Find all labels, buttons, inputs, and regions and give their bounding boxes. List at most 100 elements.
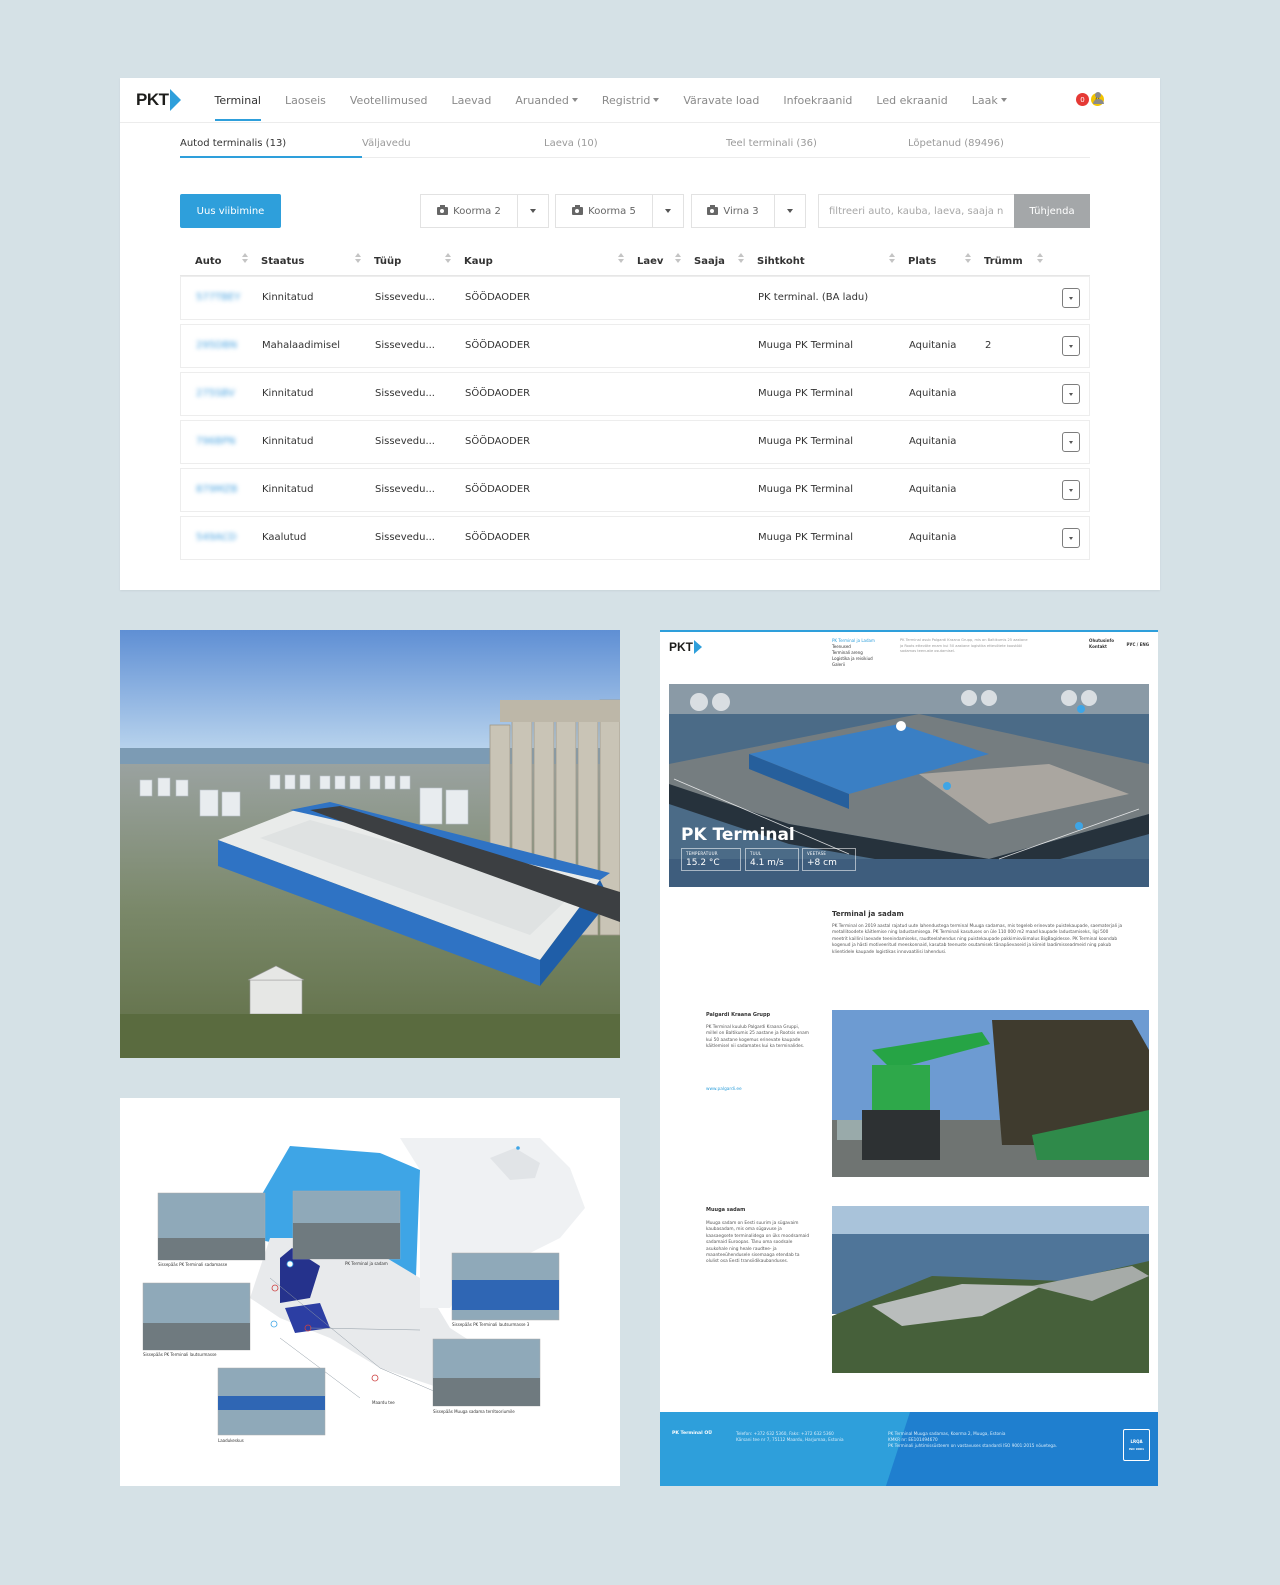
cell-staatus: Mahalaadimisel <box>262 340 341 351</box>
nav-item-led-ekraanid[interactable]: Led ekraanid <box>864 78 959 122</box>
sort-icon[interactable] <box>1037 253 1043 265</box>
column-header-kaup[interactable]: Kaup <box>464 256 493 267</box>
new-visit-button[interactable]: Uus viibimine <box>180 194 281 228</box>
alert-badge-red[interactable]: 0 <box>1076 93 1089 106</box>
chevron-down-icon <box>665 209 671 213</box>
camera-icon <box>572 205 584 215</box>
cert-standard: ISO 9001 <box>1128 1447 1145 1451</box>
tab-valjavedu[interactable]: Väljavedu <box>362 138 411 149</box>
table-row[interactable]: 549ACD Kaalutud Sissevedu... SÖÖDAODER Muuga… <box>180 516 1090 560</box>
sort-icon[interactable] <box>675 253 681 265</box>
site-logo[interactable]: PKT <box>669 640 702 654</box>
sort-icon[interactable] <box>889 253 895 265</box>
sort-icon[interactable] <box>618 253 624 265</box>
filter-input[interactable] <box>818 194 1014 228</box>
nav-item-label: Laak <box>971 93 998 107</box>
koorma-5-button[interactable]: Koorma 5 <box>555 194 653 228</box>
nav-item-infoekraanid[interactable]: Infoekraanid <box>771 78 864 122</box>
column-header-auto[interactable]: Auto <box>195 256 222 267</box>
cell-kaup: SÖÖDAODER <box>465 292 531 303</box>
tab-lopetanud[interactable]: Lõpetanud (89496) <box>908 138 1004 149</box>
contact-link[interactable]: Kontakt <box>1089 644 1114 650</box>
koorma-5-dropdown[interactable] <box>653 194 684 228</box>
tab-laeva[interactable]: Laeva (10) <box>544 138 598 149</box>
cell-auto[interactable]: 796BPN <box>196 436 235 447</box>
cell-tyyp: Sissevedu... <box>375 436 435 447</box>
map-caption-2: PK Terminal ja sadam <box>345 1261 388 1266</box>
chevron-down-icon <box>787 209 793 213</box>
cell-auto[interactable]: 549ACD <box>196 532 236 543</box>
site-footer: PK Terminal OÜ Telefon: +372 632 5360, F… <box>660 1412 1158 1486</box>
nav-item-veotellimused[interactable]: Veotellimused <box>338 78 440 122</box>
section-text-terminal: PK Terminal on 2019 aastal rajatud uute … <box>832 924 1123 955</box>
nav-item-laak[interactable]: Laak <box>960 78 1019 122</box>
koorma-5-label: Koorma 5 <box>588 205 636 217</box>
language-switcher[interactable]: РУС / ENG <box>1126 642 1149 647</box>
clear-filter-button[interactable]: Tühjenda <box>1014 194 1090 228</box>
table-row[interactable]: 796BPN Kinnitatud Sissevedu... SÖÖDAODER Muu… <box>180 420 1090 464</box>
row-actions-dropdown[interactable] <box>1062 480 1080 500</box>
site-nav-item[interactable]: Galerii <box>832 662 875 668</box>
aerial-photo-illustration <box>120 630 620 1058</box>
column-header-sihtkoht[interactable]: Sihtkoht <box>757 256 805 267</box>
virna-3-dropdown[interactable] <box>775 194 806 228</box>
sort-icon[interactable] <box>355 253 361 265</box>
site-nav: PK Terminal ja Ladam Teenused Terminali … <box>832 638 875 668</box>
row-actions-dropdown[interactable] <box>1062 288 1080 308</box>
sort-icon[interactable] <box>738 253 744 265</box>
table-row[interactable]: 295DBN Mahalaadimisel Sissevedu... SÖÖDAODE… <box>180 324 1090 368</box>
user-icon[interactable] <box>1092 92 1104 105</box>
column-header-staatus[interactable]: Staatus <box>261 256 304 267</box>
column-header-laev[interactable]: Laev <box>637 256 663 267</box>
stat-wind: TUUL 4.1 m/s <box>745 848 799 871</box>
nav-item-registrid[interactable]: Registrid <box>590 78 672 122</box>
map-caption-1: Sissepääs PK Terminali sadamasse <box>158 1262 228 1267</box>
nav-item-väravate-load[interactable]: Väravate load <box>671 78 771 122</box>
column-header-saaja[interactable]: Saaja <box>694 256 725 267</box>
sort-icon[interactable] <box>242 253 248 265</box>
row-actions-dropdown[interactable] <box>1062 336 1080 356</box>
nav-item-label: Väravate load <box>683 93 760 107</box>
palgardi-link[interactable]: www.palgardi.ee <box>706 1087 742 1092</box>
table-header: Auto Staatus Tüüp Kaup Laev Saaja Sihtkoht Plat… <box>180 248 1090 276</box>
koorma-2-button[interactable]: Koorma 2 <box>420 194 518 228</box>
table-body: 577TBEY Kinnitatud Sissevedu... SÖÖDAODER PK… <box>180 276 1090 560</box>
section-text-muuga: Muuga sadam on Eesti suurim ja sügavaim … <box>706 1221 810 1265</box>
cell-sihtkoht: Muuga PK Terminal <box>758 388 853 399</box>
nav-item-laevad[interactable]: Laevad <box>439 78 503 122</box>
terminal-location-map: Sissepääs PK Terminali sadamasse PK Term… <box>120 1098 620 1486</box>
chevron-down-icon <box>653 98 660 102</box>
column-header-tyyp[interactable]: Tüüp <box>374 256 401 267</box>
column-header-plats[interactable]: Plats <box>908 256 936 267</box>
pkt-logo[interactable]: PKT <box>136 89 181 111</box>
virna-3-button[interactable]: Virna 3 <box>691 194 775 228</box>
camera-icon <box>437 205 449 215</box>
row-actions-dropdown[interactable] <box>1062 528 1080 548</box>
sort-icon[interactable] <box>965 253 971 265</box>
vehicles-table: Auto Staatus Tüüp Kaup Laev Saaja Sihtkoht Plat… <box>180 248 1090 560</box>
stat-water-level: VEETASE +8 cm <box>802 848 856 871</box>
camera-icon <box>707 205 719 215</box>
column-header-trumm[interactable]: Trümm <box>984 256 1023 267</box>
table-row[interactable]: 577TBEY Kinnitatud Sissevedu... SÖÖDAODER PK… <box>180 276 1090 320</box>
cell-auto[interactable]: 295DBN <box>196 340 237 351</box>
tab-teel-terminali[interactable]: Teel terminali (36) <box>726 138 817 149</box>
table-row[interactable]: 879MZB Kinnitatud Sissevedu... SÖÖDAODER Muu… <box>180 468 1090 512</box>
tab-autod-terminalis[interactable]: Autod terminalis (13) <box>180 138 286 149</box>
site-logo-text: PKT <box>669 640 693 654</box>
sort-icon[interactable] <box>445 253 451 265</box>
row-actions-dropdown[interactable] <box>1062 384 1080 404</box>
nav-item-laoseis[interactable]: Laoseis <box>273 78 338 122</box>
cell-auto[interactable]: 275SBV <box>196 388 235 399</box>
cell-auto[interactable]: 879MZB <box>196 484 237 495</box>
cell-auto[interactable]: 577TBEY <box>196 292 240 303</box>
koorma-2-dropdown[interactable] <box>518 194 549 228</box>
cell-sihtkoht: Muuga PK Terminal <box>758 436 853 447</box>
stat-label: TUUL <box>750 851 762 856</box>
table-row[interactable]: 275SBV Kinnitatud Sissevedu... SÖÖDAODER Muu… <box>180 372 1090 416</box>
nav-item-aruanded[interactable]: Aruanded <box>503 78 589 122</box>
row-actions-dropdown[interactable] <box>1062 432 1080 452</box>
chevron-down-icon <box>1069 440 1073 444</box>
nav-item-terminal[interactable]: Terminal <box>203 78 274 122</box>
harbour-photo-illustration <box>832 1206 1149 1373</box>
